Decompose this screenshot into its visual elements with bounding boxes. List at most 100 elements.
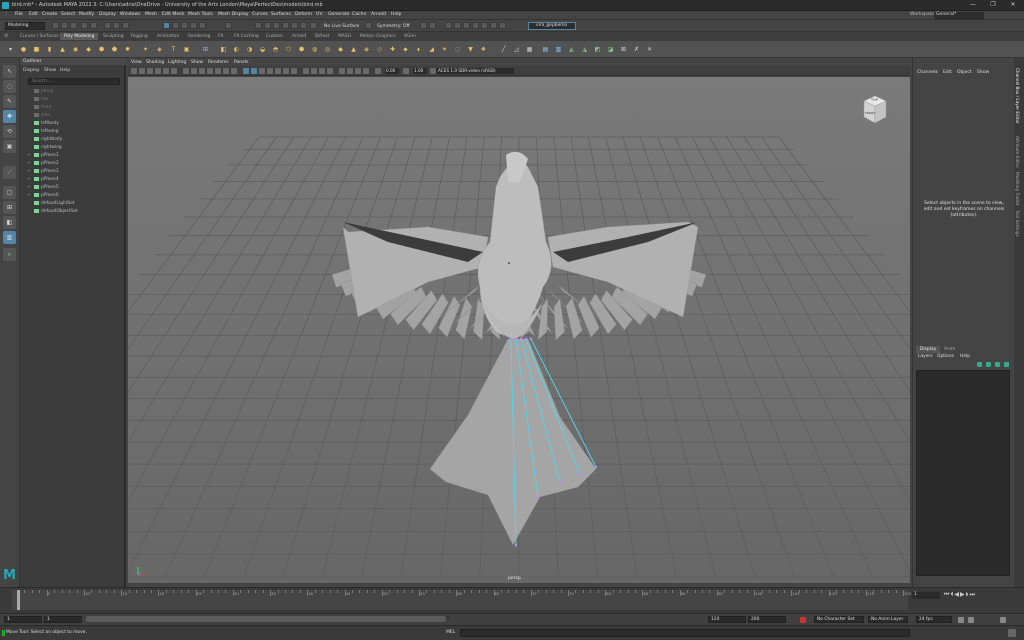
script-editor-icon[interactable] [429, 22, 436, 29]
select-tool-icon[interactable] [163, 22, 170, 29]
node-editor-icon[interactable] [463, 22, 470, 29]
outliner-search-input[interactable]: Search... [28, 78, 120, 85]
bookmarks-icon[interactable] [147, 68, 153, 74]
render-settings-icon[interactable] [273, 22, 280, 29]
image-plane-icon[interactable] [155, 68, 161, 74]
uv-unfold-icon[interactable]: ◪ [605, 44, 616, 55]
wedge-icon[interactable]: ◢ [426, 44, 437, 55]
new-layer-icon[interactable] [977, 362, 982, 367]
depth-of-field-icon[interactable] [327, 68, 333, 74]
field-chart-icon[interactable] [215, 68, 221, 74]
zoom-icon[interactable]: ⌕ [3, 248, 16, 261]
use-all-lights-icon[interactable] [283, 68, 289, 74]
undo-icon[interactable] [81, 22, 88, 29]
outliner-item[interactable]: top [34, 96, 48, 104]
animation-end-field[interactable]: 200 [748, 616, 786, 623]
expand-icon[interactable]: + [27, 192, 31, 200]
mirror-icon[interactable]: ◒ [257, 44, 268, 55]
shelf-tab-fx[interactable]: FX [214, 33, 228, 40]
layer-menu-layers[interactable]: Layers [918, 354, 933, 359]
outliner-item[interactable]: front [34, 104, 51, 112]
merge-center-icon[interactable]: ⬥ [400, 44, 411, 55]
expand-icon[interactable]: + [27, 176, 31, 184]
menu-modify[interactable]: Modify [79, 12, 94, 17]
fps-select[interactable]: 24 fps [916, 616, 952, 623]
poly-torus-icon[interactable]: ◉ [70, 44, 81, 55]
menu-uv[interactable]: UV [316, 12, 323, 17]
shelf-menu-icon[interactable]: ▾ [5, 44, 16, 55]
outliner-item[interactable]: leftbody [34, 120, 59, 128]
select-component-icon[interactable] [122, 22, 129, 29]
lasso-tool-icon[interactable]: ◌ [3, 80, 16, 93]
menuset-select[interactable]: Modeling [5, 22, 45, 30]
gate-mask-icon[interactable] [207, 68, 213, 74]
menu-select[interactable]: Select [61, 12, 75, 17]
quad-draw-icon[interactable]: ▦ [524, 44, 535, 55]
menu-edit[interactable]: Edit [29, 12, 38, 17]
poly-sphere-icon[interactable]: ● [18, 44, 29, 55]
outliner-item[interactable]: + pPlane5 [27, 184, 59, 192]
menu-file[interactable]: File [15, 12, 23, 17]
uv-auto-icon[interactable]: ▥ [553, 44, 564, 55]
outliner-item[interactable]: + pPlane6 [27, 192, 59, 200]
outliner-item[interactable]: defaultObjectSet [34, 208, 78, 216]
object-set-select[interactable]: vira_gepbemo [528, 22, 576, 30]
gamma-field[interactable]: 1.00 [413, 68, 427, 74]
scale-tool-icon[interactable]: ▣ [3, 140, 16, 153]
render-icon[interactable] [255, 22, 262, 29]
layer-menu-help[interactable]: Help [960, 354, 970, 359]
outliner-item[interactable]: defaultLightSet [34, 200, 75, 208]
close-button[interactable]: ✕ [1008, 1, 1018, 9]
move-layer-down-icon[interactable] [1004, 362, 1009, 367]
graph-editor-icon[interactable] [472, 22, 479, 29]
fill-hole-icon[interactable]: ◍ [309, 44, 320, 55]
layer-tab-display[interactable]: Display [916, 346, 941, 353]
menu-edit-mesh[interactable]: Edit Mesh [162, 12, 184, 17]
move-tool-icon[interactable]: ✥ [3, 110, 16, 123]
boolean-icon[interactable]: ◑ [244, 44, 255, 55]
light-editor-icon[interactable] [300, 22, 307, 29]
merge-icon[interactable]: ✚ [387, 44, 398, 55]
redo-icon[interactable] [90, 22, 97, 29]
grid-icon[interactable] [183, 68, 189, 74]
retopologize-icon[interactable]: ⬢ [296, 44, 307, 55]
shelf-tab-rigging[interactable]: Rigging [127, 33, 152, 40]
new-scene-icon[interactable] [52, 22, 59, 29]
viewport-3d[interactable]: TOP FRONT persp [128, 77, 910, 583]
bridge-icon[interactable]: ◎ [322, 44, 333, 55]
poly-cone-icon[interactable]: ▲ [57, 44, 68, 55]
select-hierarchy-icon[interactable] [104, 22, 111, 29]
live-surface-icon[interactable] [310, 22, 317, 29]
shelf-tab-xgen[interactable]: XGen [400, 33, 420, 40]
auto-key-icon[interactable] [800, 617, 806, 623]
outliner-item[interactable]: leftwing [34, 128, 59, 136]
script-editor-button-icon[interactable] [1008, 629, 1016, 637]
outliner-item[interactable]: + pPlane2 [27, 160, 59, 168]
symmetry-icon[interactable] [365, 22, 372, 29]
channel-menu-show[interactable]: Show [977, 70, 989, 75]
viewport-menu-panels[interactable]: Panels [234, 60, 248, 65]
snap-point-icon[interactable] [190, 22, 197, 29]
persp-outliner-layout-icon[interactable]: ▥ [3, 231, 16, 244]
poly-cube-icon[interactable]: ■ [31, 44, 42, 55]
viewport-menu-show[interactable]: Show [191, 60, 203, 65]
layer-menu-options[interactable]: Options [937, 354, 954, 359]
expand-icon[interactable]: + [27, 160, 31, 168]
last-tool-icon[interactable]: ⟋ [3, 166, 16, 179]
combine-icon[interactable]: ⊞ [200, 44, 211, 55]
playback-controls[interactable]: ⏮⏴◀▶⏵⏭ [944, 591, 976, 599]
shelf-settings-icon[interactable]: ⚙ [4, 33, 8, 39]
poly-disc-icon[interactable]: ⬢ [96, 44, 107, 55]
select-camera-icon[interactable] [131, 68, 137, 74]
render-setup-icon[interactable] [291, 22, 298, 29]
viewport-menu-view[interactable]: View [131, 60, 142, 65]
shelf-tab-arnold[interactable]: Arnold [288, 33, 310, 40]
type-icon[interactable]: T [168, 44, 179, 55]
move-layer-up-icon[interactable] [995, 362, 1000, 367]
single-view-icon[interactable]: ▢ [3, 186, 16, 199]
outliner-item[interactable]: + pPlane1 [27, 152, 59, 160]
uv-planar-icon[interactable]: ▤ [540, 44, 551, 55]
super-shape-icon[interactable]: ✹ [122, 44, 133, 55]
default-material-icon[interactable] [259, 68, 265, 74]
outliner-item[interactable]: side [34, 112, 50, 120]
